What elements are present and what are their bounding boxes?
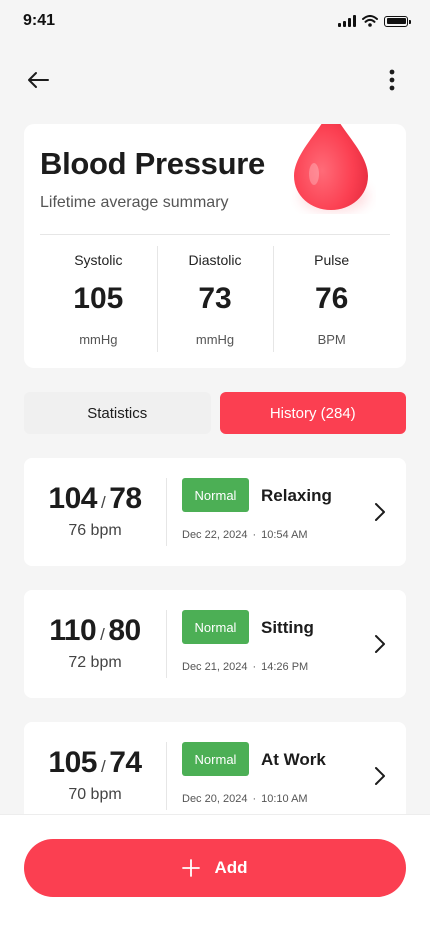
systolic-value: 105 <box>48 746 97 779</box>
diastolic-value: 74 <box>109 746 142 779</box>
back-button[interactable] <box>18 60 58 100</box>
metric-value: 73 <box>198 282 232 315</box>
metric-unit: BPM <box>317 332 346 347</box>
reading-values: 105/74 <box>24 746 166 780</box>
chevron-right-icon[interactable] <box>374 764 388 788</box>
summary-divider <box>40 234 390 235</box>
arrow-left-icon <box>28 72 49 88</box>
more-vertical-icon <box>389 69 395 91</box>
datetime-separator: · <box>252 793 257 805</box>
pulse-value: 76 bpm <box>68 522 122 539</box>
reading-separator: / <box>100 493 106 512</box>
systolic-value: 104 <box>48 482 97 515</box>
record-time: 10:10 AM <box>261 793 308 805</box>
reading-block: 104/78 76 bpm <box>24 458 166 540</box>
reading-separator: / <box>100 757 106 776</box>
view-tabs: Statistics History (284) <box>24 392 406 434</box>
summary-subtitle: Lifetime average summary <box>40 194 229 211</box>
datetime-separator: · <box>252 529 257 541</box>
history-record[interactable]: 104/78 76 bpm Normal Relaxing Dec 22, 20… <box>24 458 406 566</box>
history-record[interactable]: 110/80 72 bpm Normal Sitting Dec 21, 202… <box>24 590 406 698</box>
metrics-row: Systolic 105 mmHg Diastolic 73 mmHg Puls… <box>40 246 390 352</box>
more-options-button[interactable] <box>372 60 412 100</box>
status-badge: Normal <box>182 742 249 776</box>
metric-diastolic: Diastolic 73 mmHg <box>156 246 274 352</box>
metric-label: Pulse <box>314 252 350 268</box>
metric-label: Diastolic <box>188 252 242 268</box>
record-time: 10:54 AM <box>261 529 308 541</box>
plus-icon <box>182 859 201 877</box>
summary-card: Blood Pressure Lifetime average summary … <box>24 124 406 368</box>
systolic-value: 110 <box>49 614 97 647</box>
status-icons <box>338 15 411 27</box>
summary-title: Blood Pressure <box>40 146 265 181</box>
chevron-right-icon[interactable] <box>374 632 388 656</box>
activity-label: Sitting <box>261 618 314 637</box>
activity-label: At Work <box>261 750 326 769</box>
tab-statistics[interactable]: Statistics <box>24 392 211 434</box>
reading-block: 110/80 72 bpm <box>24 590 166 672</box>
record-time: 14:26 PM <box>261 661 309 673</box>
reading-separator: / <box>100 625 105 644</box>
pulse-value: 72 bpm <box>68 654 122 671</box>
chevron-right-icon[interactable] <box>374 500 388 524</box>
blood-drop-icon <box>294 124 368 212</box>
status-time: 9:41 <box>23 12 56 29</box>
status-badge: Normal <box>182 478 249 512</box>
record-datetime: Dec 21, 2024 · 14:26 PM <box>182 661 308 673</box>
metric-systolic: Systolic 105 mmHg <box>40 246 157 352</box>
battery-icon <box>384 15 411 27</box>
reading-values: 110/80 <box>24 614 166 648</box>
tab-history[interactable]: History (284) <box>219 392 406 434</box>
record-divider <box>166 610 167 678</box>
record-datetime: Dec 20, 2024 · 10:10 AM <box>182 793 308 805</box>
metric-unit: mmHg <box>195 332 235 347</box>
metric-unit: mmHg <box>79 332 118 347</box>
add-button-label: Add <box>214 858 248 877</box>
record-divider <box>166 742 167 810</box>
reading-values: 104/78 <box>24 482 166 516</box>
pulse-value: 70 bpm <box>68 786 122 803</box>
metric-label: Systolic <box>74 252 123 268</box>
activity-label: Relaxing <box>261 486 332 505</box>
metric-value: 105 <box>73 282 124 315</box>
cellular-signal-icon <box>338 15 356 27</box>
datetime-separator: · <box>252 661 257 673</box>
bottom-action-bar: Add <box>0 814 430 933</box>
diastolic-value: 78 <box>109 482 142 515</box>
metric-pulse: Pulse 76 BPM <box>273 246 390 352</box>
record-date: Dec 21, 2024 <box>182 661 248 673</box>
metric-value: 76 <box>314 282 349 315</box>
record-datetime: Dec 22, 2024 · 10:54 AM <box>182 529 308 541</box>
record-divider <box>166 478 167 546</box>
record-date: Dec 20, 2024 <box>182 793 248 805</box>
wifi-icon <box>362 15 378 27</box>
status-badge: Normal <box>182 610 249 644</box>
diastolic-value: 80 <box>108 614 141 647</box>
add-button[interactable]: Add <box>24 839 406 897</box>
status-bar: 9:41 <box>0 0 430 44</box>
reading-block: 105/74 70 bpm <box>24 722 166 804</box>
record-date: Dec 22, 2024 <box>182 529 248 541</box>
